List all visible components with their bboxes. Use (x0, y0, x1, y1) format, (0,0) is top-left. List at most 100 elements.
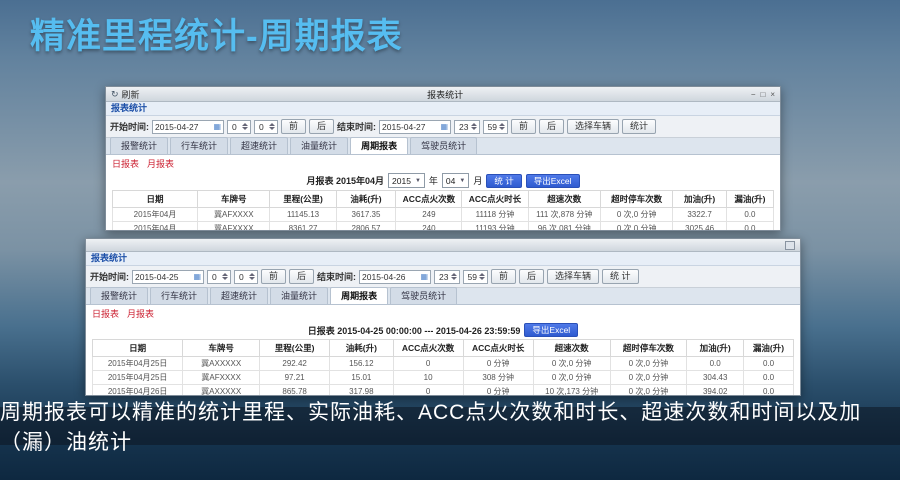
table-cell: 394.02 (687, 385, 744, 397)
caption-bar: 周期报表可以精准的统计里程、实际油耗、ACC点火次数和时长、超速次数和时间以及加… (0, 407, 900, 445)
end-hour-spinner[interactable]: 23 (454, 120, 479, 134)
end-time-label: 结束时间: (337, 120, 376, 133)
start-hour-spinner[interactable]: 0 (227, 120, 251, 134)
table-cell: 8361.27 (270, 222, 336, 232)
table-cell: 0 次,0 分钟 (533, 357, 610, 371)
stat-toolbar-button[interactable]: 统 计 (602, 269, 639, 284)
table-cell: 304.43 (687, 371, 744, 385)
calendar-icon: ▦ (440, 122, 448, 131)
table-cell: 10 (393, 371, 463, 385)
close-icon[interactable]: × (770, 90, 775, 99)
desktop-background: 精准里程统计-周期报表 ↻ 刷新 报表统计 − □ × 报表统计 开始时间: 2… (0, 0, 900, 480)
tab-speeding-stats[interactable]: 超速统计 (210, 287, 268, 304)
next-button[interactable]: 后 (309, 119, 334, 134)
start-hour-value: 0 (212, 272, 217, 282)
tab-periodic-report[interactable]: 周期报表 (330, 287, 388, 304)
end-date-input[interactable]: 2015-04-26 ▦ (359, 270, 431, 284)
tab-fuel-stats[interactable]: 油量统计 (270, 287, 328, 304)
daily-report-table: 日期车牌号里程(公里)油耗(升)ACC点火次数ACC点火时长超速次数超时停车次数… (92, 339, 794, 396)
tab-speeding-stats[interactable]: 超速统计 (230, 137, 288, 154)
export-excel-button[interactable]: 导出Excel (526, 174, 580, 188)
tab-driving-stats[interactable]: 行车统计 (170, 137, 228, 154)
monthly-report-link[interactable]: 月报表 (147, 157, 174, 170)
column-header: 油耗(升) (330, 340, 393, 357)
table-cell: 0.0 (744, 371, 794, 385)
start-date-value: 2015-04-27 (155, 122, 198, 132)
column-header: ACC点火时长 (463, 340, 533, 357)
end-minute-spinner[interactable]: 59 (463, 270, 488, 284)
table-cell: 冀AFXXXX (198, 222, 270, 232)
end-hour-spinner[interactable]: 23 (434, 270, 459, 284)
table-cell: 11118 分钟 (462, 208, 528, 222)
tab-alarm-stats[interactable]: 报警统计 (110, 137, 168, 154)
prev-button[interactable]: 前 (511, 119, 536, 134)
year-select[interactable]: 2015 ▼ (388, 173, 425, 188)
column-header: 油耗(升) (336, 191, 396, 208)
table-header-row: 日期车牌号里程(公里)油耗(升)ACC点火次数ACC点火时长超速次数超时停车次数… (113, 191, 774, 208)
report-period-label: 月报表 2015年04月 (306, 174, 384, 187)
stat-button[interactable]: 统 计 (486, 174, 521, 188)
refresh-button[interactable]: ↻ 刷新 (111, 88, 140, 101)
export-excel-button[interactable]: 导出Excel (524, 323, 578, 337)
end-hour-value: 23 (459, 122, 468, 132)
table-cell: 2015年04月25日 (93, 357, 183, 371)
tab-fuel-stats[interactable]: 油量统计 (290, 137, 348, 154)
month-suffix-label: 月 (473, 174, 482, 187)
tab-driving-stats[interactable]: 行车统计 (150, 287, 208, 304)
report-controls: 日报表 2015-04-25 00:00:00 --- 2015-04-26 2… (92, 322, 794, 339)
start-hour-spinner[interactable]: 0 (207, 270, 231, 284)
window-title: 报表统计 (140, 88, 751, 101)
restore-icon[interactable] (785, 241, 795, 250)
monthly-report-link[interactable]: 月报表 (127, 307, 154, 320)
maximize-icon[interactable]: □ (760, 90, 765, 99)
chevron-down-icon: ▼ (415, 178, 421, 184)
table-row: 2015年04月25日冀AXXXXX292.42156.1200 分钟0 次,0… (93, 357, 794, 371)
tab-driver-stats[interactable]: 驾驶员统计 (410, 137, 477, 154)
start-minute-spinner[interactable]: 0 (254, 120, 278, 134)
column-header: 超速次数 (528, 191, 600, 208)
next-button[interactable]: 后 (519, 269, 544, 284)
daily-report-link[interactable]: 日报表 (92, 307, 119, 320)
select-vehicle-button[interactable]: 选择车辆 (567, 119, 619, 134)
minimize-icon[interactable]: − (751, 90, 756, 99)
start-date-input[interactable]: 2015-04-25 ▦ (132, 270, 204, 284)
next-button[interactable]: 后 (289, 269, 314, 284)
table-cell: 0.0 (744, 385, 794, 397)
tab-bar: 报警统计行车统计超速统计油量统计周期报表驾驶员统计 (86, 288, 800, 305)
end-date-value: 2015-04-26 (362, 272, 405, 282)
spinner-arrows-icon (269, 123, 275, 130)
table-cell: 0 分钟 (463, 357, 533, 371)
table-cell: 2015年04月26日 (93, 385, 183, 397)
select-vehicle-button[interactable]: 选择车辆 (547, 269, 599, 284)
end-minute-spinner[interactable]: 59 (483, 120, 508, 134)
month-select[interactable]: 04 ▼ (442, 173, 469, 188)
table-cell: 111 次,878 分钟 (528, 208, 600, 222)
table-cell: 317.98 (330, 385, 393, 397)
prev-button[interactable]: 前 (281, 119, 306, 134)
refresh-label: 刷新 (122, 88, 140, 101)
report-content: 日报表 月报表 月报表 2015年04月 2015 ▼ 年 04 ▼ 月 统 计… (106, 155, 780, 231)
tab-driver-stats[interactable]: 驾驶员统计 (390, 287, 457, 304)
tab-alarm-stats[interactable]: 报警统计 (90, 287, 148, 304)
prev-button[interactable]: 前 (491, 269, 516, 284)
end-date-input[interactable]: 2015-04-27 ▦ (379, 120, 451, 134)
panel-title: 报表统计 (86, 252, 800, 266)
tab-periodic-report[interactable]: 周期报表 (350, 137, 408, 154)
table-cell: 0 次,0 分钟 (610, 385, 687, 397)
spinner-arrows-icon (499, 123, 505, 130)
start-date-input[interactable]: 2015-04-27 ▦ (152, 120, 224, 134)
next-button[interactable]: 后 (539, 119, 564, 134)
table-cell: 2015年04月 (113, 222, 198, 232)
table-cell: 249 (396, 208, 462, 222)
start-minute-spinner[interactable]: 0 (234, 270, 258, 284)
stat-toolbar-button[interactable]: 统计 (622, 119, 656, 134)
prev-button[interactable]: 前 (261, 269, 286, 284)
column-header: ACC点火次数 (396, 191, 462, 208)
report-content: 日报表 月报表 日报表 2015-04-25 00:00:00 --- 2015… (86, 305, 800, 396)
query-toolbar: 开始时间: 2015-04-27 ▦ 0 0 前 后 结束时间: 2015-04… (106, 116, 780, 138)
table-cell: 0 次,0 分钟 (533, 371, 610, 385)
column-header: ACC点火时长 (462, 191, 528, 208)
start-date-value: 2015-04-25 (135, 272, 178, 282)
daily-report-link[interactable]: 日报表 (112, 157, 139, 170)
table-cell: 0 次,0 分钟 (600, 208, 672, 222)
